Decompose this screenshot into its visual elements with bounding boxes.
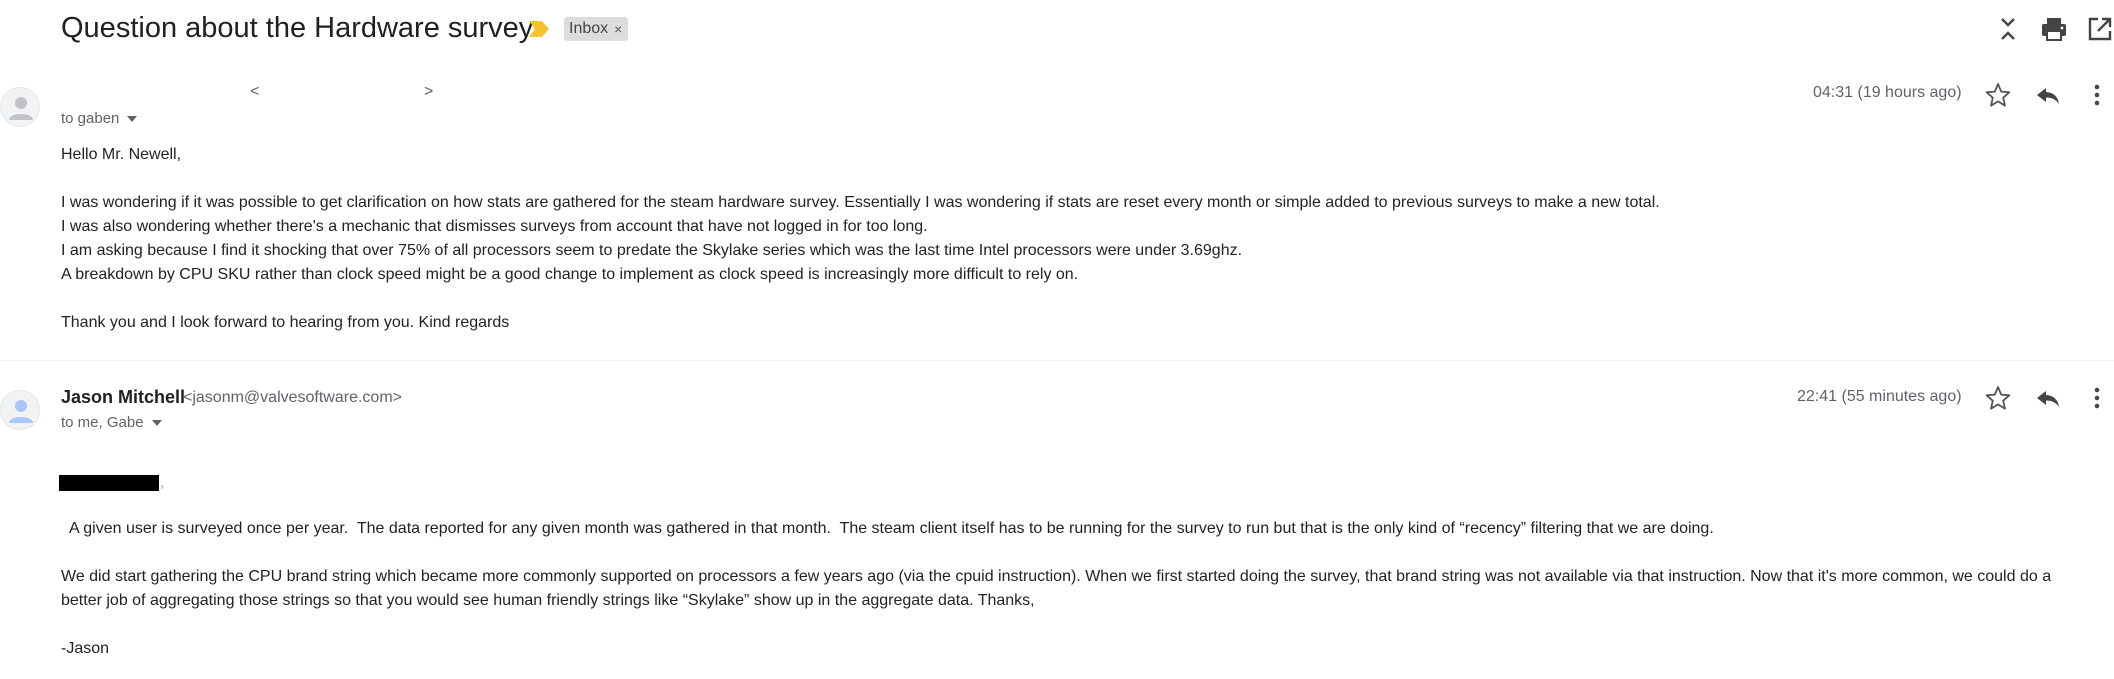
body-line: A breakdown by CPU SKU rather than clock…: [61, 266, 1079, 283]
sender-name: Jason Mitchell: [61, 387, 186, 407]
body-paragraph: A given user is surveyed once per year. …: [61, 520, 1714, 537]
sender-email: <jasonm@valvesoftware.com>: [183, 389, 402, 406]
more-options-icon[interactable]: [2082, 383, 2112, 413]
more-options-icon[interactable]: [2082, 80, 2112, 110]
star-icon[interactable]: [1983, 80, 2013, 110]
recipients-dropdown[interactable]: to gaben: [61, 110, 138, 127]
closing-line: Thank you and I look forward to hearing …: [61, 314, 510, 331]
important-marker-icon[interactable]: [528, 19, 550, 39]
body-paragraph: We did start gathering the CPU brand str…: [61, 568, 2052, 585]
person-icon: [9, 97, 33, 120]
recipients-text: to me, Gabe: [61, 414, 144, 431]
reply-icon[interactable]: [2033, 80, 2063, 110]
star-icon[interactable]: [1983, 383, 2013, 413]
person-icon: [9, 400, 33, 423]
inbox-label-chip: Inbox ×: [564, 17, 629, 41]
chevron-down-icon: [151, 419, 162, 426]
collapse-all-icon[interactable]: [1993, 14, 2023, 44]
signature: -Jason: [61, 640, 110, 657]
sender-email-close: >: [424, 83, 434, 100]
message-timestamp: 22:41 (55 minutes ago): [1797, 388, 1962, 405]
body-line: I was wondering if it was possible to ge…: [61, 194, 1660, 211]
recipients-dropdown[interactable]: to me, Gabe: [61, 414, 162, 431]
avatar: [0, 390, 40, 430]
sender-email-open: <: [250, 83, 260, 100]
avatar: [0, 87, 40, 127]
remove-label-icon[interactable]: ×: [614, 21, 622, 37]
redacted-suffix: ,: [160, 474, 165, 491]
reply-icon[interactable]: [2033, 383, 2063, 413]
message-divider: [0, 360, 2114, 361]
redacted-block: [59, 475, 159, 491]
recipients-text: to gaben: [61, 110, 120, 127]
print-icon[interactable]: [2039, 14, 2069, 44]
body-line: I was also wondering whether there's a m…: [61, 218, 928, 235]
greeting: Hello Mr. Newell,: [61, 146, 182, 163]
message-timestamp: 04:31 (19 hours ago): [1813, 84, 1962, 101]
email-subject: Question about the Hardware survey: [61, 12, 534, 44]
message-1: < > to gaben 04:31 (19 hours ago) Hello …: [0, 80, 2114, 350]
label-text: Inbox: [569, 20, 609, 37]
body-paragraph: better job of aggregating those strings …: [61, 592, 1035, 609]
body-line: I am asking because I find it shocking t…: [61, 242, 1243, 259]
chevron-down-icon: [127, 115, 138, 122]
open-in-new-window-icon[interactable]: [2085, 14, 2114, 44]
